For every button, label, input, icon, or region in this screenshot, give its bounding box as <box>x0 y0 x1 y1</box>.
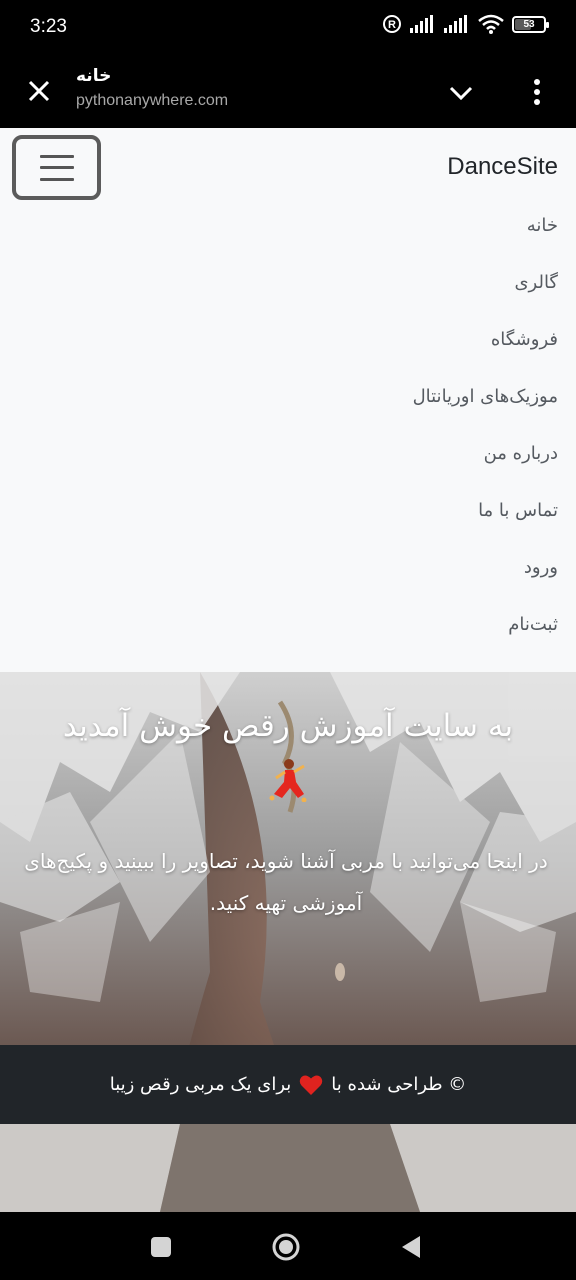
battery-icon: 53 <box>512 15 549 33</box>
signal-icon <box>444 15 467 33</box>
registered-icon: R <box>383 15 401 33</box>
dancer-icon <box>269 759 307 802</box>
hero-title: به سایت آموزش رقص خوش آمدید <box>62 708 514 744</box>
home-button[interactable] <box>269 1230 303 1264</box>
navbar-toggler-button[interactable] <box>12 135 101 200</box>
nav-menu: خانه گالری فروشگاه موزیک‌های اوریانتال د… <box>413 206 558 662</box>
tab-url: pythonanywhere.com <box>76 92 229 109</box>
nav-link-home[interactable]: خانه <box>413 206 558 263</box>
home-icon <box>272 1233 300 1261</box>
nav-link-oriental-music[interactable]: موزیک‌های اوریانتال <box>413 377 558 434</box>
battery-level: 53 <box>523 18 535 30</box>
background-image-continued <box>0 1124 576 1212</box>
recents-button[interactable] <box>144 1230 178 1264</box>
nav-link-contact[interactable]: تماس با ما <box>413 491 558 548</box>
navbar: DanceSite خانه گالری فروشگاه موزیک‌های ا… <box>0 128 576 672</box>
back-icon <box>402 1236 420 1258</box>
brand-link[interactable]: DanceSite <box>447 153 558 181</box>
more-vert-icon <box>534 79 540 105</box>
web-page: DanceSite خانه گالری فروشگاه موزیک‌های ا… <box>0 128 576 1212</box>
footer-text-before: © طراحی شده با <box>331 1074 467 1095</box>
tab-title: خانه <box>76 66 112 86</box>
signal-icon <box>410 15 433 33</box>
system-navigation-bar <box>0 1212 576 1280</box>
nav-link-about[interactable]: درباره من <box>413 434 558 491</box>
status-icons: R 53 <box>382 14 549 34</box>
browser-toolbar: خانه pythonanywhere.com <box>0 58 576 128</box>
nav-link-login[interactable]: ورود <box>413 548 558 605</box>
footer-text-after: برای یک مربی رقص زیبا <box>109 1074 292 1095</box>
recents-icon <box>151 1237 171 1257</box>
close-button[interactable] <box>22 74 56 108</box>
svg-text:R: R <box>388 19 396 31</box>
nav-link-shop[interactable]: فروشگاه <box>413 320 558 377</box>
close-icon <box>28 80 50 102</box>
hero-section: به سایت آموزش رقص خوش آمدید در اینجا می‌… <box>0 672 576 1046</box>
footer: © طراحی شده با برای یک مربی رقص زیبا <box>0 1045 576 1124</box>
more-options-button[interactable] <box>522 74 552 110</box>
hamburger-icon <box>39 154 74 181</box>
status-time: 3:23 <box>30 16 67 37</box>
page-info[interactable]: خانه pythonanywhere.com <box>76 64 228 110</box>
nav-link-register[interactable]: ثبت‌نام <box>413 605 558 662</box>
expand-button[interactable] <box>446 78 476 108</box>
status-bar: 3:23 R 53 <box>0 0 576 58</box>
wifi-icon <box>478 14 504 34</box>
chevron-down-icon <box>449 86 473 100</box>
nav-link-gallery[interactable]: گالری <box>413 263 558 320</box>
hero-description: در اینجا می‌توانید با مربی آشنا شوید، تص… <box>24 849 548 915</box>
heart-icon <box>300 1075 323 1095</box>
back-button[interactable] <box>394 1230 428 1264</box>
